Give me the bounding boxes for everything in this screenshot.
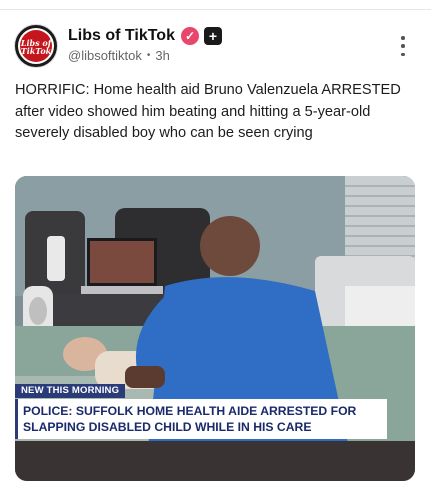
more-vertical-icon[interactable] xyxy=(397,36,409,56)
news-headline-line1: POLICE: SUFFOLK HOME HEALTH AIDE ARRESTE… xyxy=(23,404,357,418)
divider xyxy=(0,9,431,10)
news-tag: NEW THIS MORNING xyxy=(15,384,126,398)
post-text: HORRIFIC: Home health aid Bruno Valenzue… xyxy=(15,82,401,141)
more-dot xyxy=(401,52,405,56)
plus-badge-icon: + xyxy=(203,27,222,45)
avatar-text-line2: TikTok xyxy=(20,46,52,56)
avatar[interactable]: Libs of TikTok xyxy=(15,25,57,67)
separator: • xyxy=(146,50,151,61)
post-card[interactable]: Libs of TikTok Libs of TikTok ✓ + @libso… xyxy=(0,0,431,500)
display-name[interactable]: Libs of TikTok xyxy=(68,27,175,45)
timestamp[interactable]: 3h xyxy=(155,48,169,63)
verified-badge-icon: ✓ xyxy=(180,27,199,45)
news-headline-line2: SLAPPING DISABLED CHILD WHILE IN HIS CAR… xyxy=(23,420,312,434)
name-row: Libs of TikTok ✓ + xyxy=(68,25,222,47)
handle-row: @libsoftiktok • 3h xyxy=(68,48,170,63)
more-dot xyxy=(401,36,405,40)
news-banner: POLICE: SUFFOLK HOME HEALTH AIDE ARRESTE… xyxy=(15,399,387,439)
handle[interactable]: @libsoftiktok xyxy=(68,48,142,63)
more-dot xyxy=(401,44,405,48)
banner-accent xyxy=(15,399,18,439)
